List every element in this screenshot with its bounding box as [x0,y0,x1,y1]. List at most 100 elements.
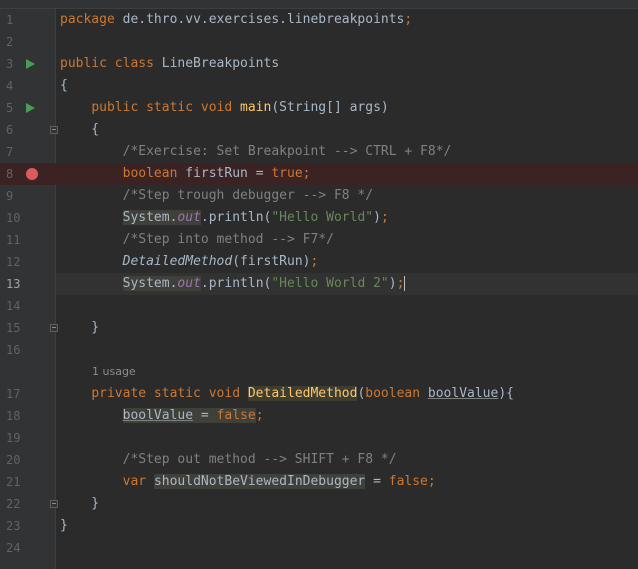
run-gutter-icon[interactable] [26,59,35,69]
code-line[interactable]: 23} [0,515,638,537]
code-token: { [60,122,100,137]
code-token: /*Step trough debugger --> F8 */ [122,188,374,203]
code-text[interactable]: public class LineBreakpoints [56,53,638,75]
code-line[interactable]: 14 [0,295,638,317]
code-token: var [122,474,154,489]
code-token: firstRun = [185,166,272,181]
line-number: 24 [6,541,21,555]
code-text[interactable]: /*Step trough debugger --> F8 */ [56,185,638,207]
code-line[interactable]: 16 [0,339,638,361]
line-number: 1 [6,13,14,27]
code-line[interactable]: 21 var shouldNotBeViewedInDebugger = fal… [0,471,638,493]
code-text[interactable]: boolean firstRun = true; [56,163,638,185]
code-text[interactable] [56,31,638,53]
code-text[interactable]: /*Step out method --> SHIFT + F8 */ [56,449,638,471]
code-line[interactable]: 8 boolean firstRun = true; [0,163,638,185]
code-line[interactable]: 2 [0,31,638,53]
code-text[interactable]: /*Exercise: Set Breakpoint --> CTRL + F8… [56,141,638,163]
line-number: 4 [6,79,14,93]
code-token: ; [310,254,319,269]
code-line[interactable]: 13 System.out.println("Hello World 2"); [0,273,638,295]
code-text[interactable]: package de.thro.vv.exercises.linebreakpo… [56,9,638,31]
code-line[interactable]: 6 { [0,119,638,141]
code-text[interactable]: var shouldNotBeViewedInDebugger = false; [56,471,638,493]
code-text[interactable]: { [56,119,638,141]
code-text[interactable] [56,339,638,361]
code-token: true; [271,166,311,181]
line-number: 2 [6,35,14,49]
code-line[interactable]: 3 public class LineBreakpoints [0,53,638,75]
code-token: ; [396,276,405,291]
code-token: /*Step into method --> F7*/ [122,232,334,247]
line-number: 12 [6,255,21,269]
code-line[interactable]: 5 public static void main(String[] args) [0,97,638,119]
line-number: 18 [6,409,21,423]
code-token: { [60,78,68,93]
editor-top-border [0,0,638,9]
code-token: boolean [122,166,186,181]
code-text[interactable] [56,427,638,449]
code-line[interactable]: 20 /*Step out method --> SHIFT + F8 */ [0,449,638,471]
line-number: 15 [6,321,21,335]
code-line[interactable]: 15 } [0,317,638,339]
code-token: /*Exercise: Set Breakpoint --> CTRL + F8… [122,144,452,159]
code-token: ) [373,210,381,225]
code-token: boolValue [427,386,499,401]
line-number: 11 [6,233,21,247]
line-number: 7 [6,145,14,159]
code-line[interactable]: 1 package de.thro.vv.exercises.linebreakp… [0,9,638,31]
breakpoint-icon[interactable] [26,168,38,180]
code-token: } [60,518,68,533]
code-line[interactable]: 19 [0,427,638,449]
code-text[interactable] [56,295,638,317]
line-number: 22 [6,497,21,511]
code-token: .println( [200,210,272,225]
code-text[interactable]: } [56,515,638,537]
code-text[interactable]: System.out.println("Hello World 2"); [56,273,638,295]
code-token: DetailedMethod [247,386,358,401]
code-token: de.thro.vv.exercises.linebreakpoints [122,12,405,27]
code-text[interactable]: { [56,75,638,97]
code-token: private static void [91,386,248,401]
code-token: package [60,12,123,27]
line-number: 23 [6,519,21,533]
code-line[interactable]: 9 /*Step trough debugger --> F8 */ [0,185,638,207]
code-text[interactable]: } [56,317,638,339]
code-text[interactable]: DetailedMethod(firstRun); [56,251,638,273]
code-editor[interactable]: 1 package de.thro.vv.exercises.linebreakp… [0,0,638,569]
code-token: System. [122,276,178,291]
run-gutter-icon[interactable] [26,103,35,113]
code-line[interactable]: 7 /*Exercise: Set Breakpoint --> CTRL + … [0,141,638,163]
code-text[interactable]: public static void main(String[] args) [56,97,638,119]
code-line[interactable]: 11 /*Step into method --> F7*/ [0,229,638,251]
code-text[interactable]: System.out.println("Hello World"); [56,207,638,229]
code-line[interactable]: 4{ [0,75,638,97]
line-number: 19 [6,431,21,445]
code-token: ){ [498,386,514,401]
line-number: 5 [6,101,14,115]
usage-hint[interactable]: 1 usage [92,364,136,380]
line-number: 20 [6,453,21,467]
code-line[interactable]: 12 DetailedMethod(firstRun); [0,251,638,273]
code-text[interactable]: /*Step into method --> F7*/ [56,229,638,251]
code-line[interactable]: 17 private static void DetailedMethod(bo… [0,383,638,405]
code-line[interactable]: 10 System.out.println("Hello World"); [0,207,638,229]
code-text[interactable]: } [56,493,638,515]
code-line[interactable]: 22 } [0,493,638,515]
code-token: out [177,210,201,225]
line-number: 9 [6,189,14,203]
code-line[interactable]: 18 boolValue = false; [0,405,638,427]
line-number: 8 [6,167,14,181]
code-text[interactable]: private static void DetailedMethod(boole… [56,383,638,405]
code-text[interactable]: boolValue = false; [56,405,638,427]
code-text[interactable] [56,537,638,559]
line-number: 3 [6,57,14,71]
code-line[interactable]: 24 [0,537,638,559]
code-token: ; [380,210,389,225]
